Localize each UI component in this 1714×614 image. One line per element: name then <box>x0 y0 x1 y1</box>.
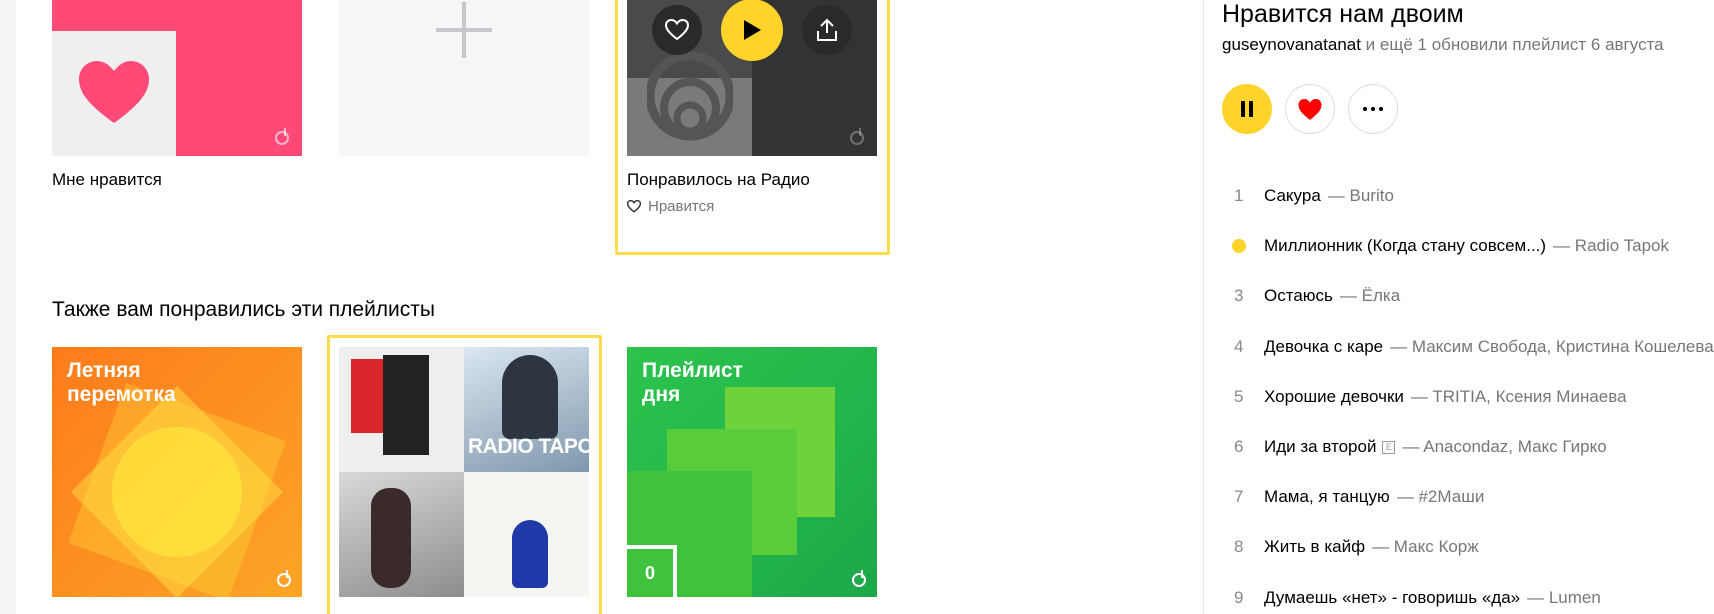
track-title[interactable]: Жить в кайф <box>1264 537 1365 557</box>
track-title[interactable]: Сакура <box>1264 186 1321 206</box>
more-button[interactable] <box>1348 84 1398 134</box>
summer-shape-3 <box>112 427 242 557</box>
daily-cover[interactable]: Плейлист дня 0 <box>627 347 877 597</box>
track-artist[interactable]: — Максим Свобода, Кристина Кошелева <box>1390 337 1714 357</box>
favorites-cover[interactable] <box>52 0 302 156</box>
play-button[interactable] <box>721 0 783 61</box>
track-artist[interactable]: — #2Маши <box>1397 487 1714 507</box>
plus-icon <box>436 2 492 58</box>
collage-tile-3 <box>339 472 464 597</box>
share-icon <box>817 18 837 41</box>
track-row[interactable]: 8 Жить в кайф — Макс Корж <box>1222 522 1714 572</box>
radio-title[interactable]: Понравилось на Радио <box>627 170 810 190</box>
track-artist[interactable]: — Burito <box>1328 186 1714 206</box>
music-note-icon <box>275 128 289 145</box>
track-row[interactable]: 7 Мама, я танцую — #2Маши <box>1222 472 1714 522</box>
track-number: 9 <box>1234 587 1244 607</box>
music-note-icon <box>852 570 866 587</box>
summer-cover-text: Летняя перемотка <box>67 359 176 406</box>
track-row[interactable]: Миллионник (Когда стану совсем...) — Radi… <box>1222 221 1714 271</box>
play-icon <box>744 20 761 40</box>
favorites-title[interactable]: Мне нравится <box>52 170 162 190</box>
track-title[interactable]: Остаюсь <box>1264 286 1333 306</box>
summer-cover[interactable]: Летняя перемотка <box>52 347 302 597</box>
collage-tile-2-figure <box>502 355 558 439</box>
left-strip <box>0 0 16 614</box>
shared-playlist-cover[interactable]: RADIO TAPOK <box>339 347 589 597</box>
music-note-icon <box>850 128 864 145</box>
track-title[interactable]: Думаешь «нет» - говоришь «да» <box>1264 588 1520 608</box>
radio-cover-rings <box>647 51 733 141</box>
like-button[interactable] <box>652 5 702 55</box>
pause-icon <box>1241 101 1253 117</box>
collage-tile-2: RADIO TAPOK <box>464 347 589 472</box>
heart-icon <box>79 61 149 123</box>
track-artist[interactable]: — Lumen <box>1527 588 1714 608</box>
track-row[interactable]: 4 Девочка с каре — Максим Свобода, Кристин… <box>1222 322 1714 372</box>
collage-tile-1-red <box>351 359 383 433</box>
explicit-badge: E <box>1382 440 1396 454</box>
panel-subtitle: guseynovanatanat и ещё 1 обновили плейли… <box>1222 35 1664 55</box>
panel-divider <box>1203 0 1204 614</box>
track-title[interactable]: Хорошие девочки <box>1264 387 1404 407</box>
track-number: 1 <box>1234 186 1244 205</box>
track-number: 3 <box>1234 286 1244 306</box>
track-title[interactable]: Миллионник (Когда стану совсем...) <box>1264 236 1546 256</box>
now-playing-indicator <box>1232 239 1246 254</box>
track-row[interactable]: 9 Думаешь «нет» - говоришь «да» — Lumen <box>1222 573 1714 614</box>
section-title: Также вам понравились эти плейлисты <box>52 298 436 321</box>
panel-title: Нравится нам двоим <box>1222 0 1464 28</box>
track-row[interactable]: 5 Хорошие девочки — TRITIA, Ксения Минаева <box>1222 372 1714 422</box>
track-title[interactable]: Девочка с каре <box>1264 337 1383 357</box>
collage-tile-1 <box>339 347 464 472</box>
track-row[interactable]: 6 Иди за второй E — Anacondaz, Макс Гирко <box>1222 422 1714 472</box>
radio-like-label: Нравится <box>648 198 715 215</box>
track-artist[interactable]: — Anacondaz, Макс Гирко <box>1402 437 1714 457</box>
collage-tile-3-figure <box>371 488 411 588</box>
pause-button[interactable] <box>1222 84 1272 134</box>
heart-icon <box>1298 98 1322 120</box>
daily-badge: 0 <box>627 545 677 597</box>
track-number: 6 <box>1234 437 1244 456</box>
track-row[interactable]: 1 Сакура — Burito <box>1222 171 1714 221</box>
track-artist[interactable]: — Макс Корж <box>1372 537 1714 557</box>
track-title[interactable]: Иди за второй <box>1264 437 1376 457</box>
track-artist[interactable]: — TRITIA, Ксения Минаева <box>1411 387 1714 407</box>
share-button[interactable] <box>802 5 852 55</box>
track-title[interactable]: Мама, я танцую <box>1264 487 1390 507</box>
panel-updated-text: и ещё 1 обновили плейлист 6 августа <box>1360 35 1664 54</box>
track-artist[interactable]: — Radio Tapok <box>1553 236 1714 256</box>
track-number: 7 <box>1234 487 1244 507</box>
track-number: 4 <box>1234 336 1244 356</box>
panel-owner-link[interactable]: guseynovanatanat <box>1222 35 1361 54</box>
heart-icon <box>627 200 641 213</box>
create-playlist-cover[interactable] <box>339 0 589 156</box>
panel-like-button[interactable] <box>1285 84 1335 134</box>
track-number: 5 <box>1234 386 1244 406</box>
radio-like-status: Нравится <box>627 198 714 215</box>
collage-tile-4-figure <box>512 520 548 588</box>
track-row[interactable]: 3 Остаюсь — Ёлка <box>1222 271 1714 321</box>
track-artist[interactable]: — Ёлка <box>1340 286 1714 306</box>
music-note-icon <box>277 570 291 587</box>
more-icon <box>1363 107 1383 111</box>
favorites-cover-square <box>52 31 176 156</box>
collage-tile-2-text: RADIO TAPOK <box>468 435 589 458</box>
collage-tile-1-figure <box>383 355 429 455</box>
collage-tile-4 <box>464 472 589 597</box>
daily-cover-text: Плейлист дня <box>642 359 743 406</box>
track-number: 8 <box>1234 537 1244 557</box>
heart-icon <box>665 19 689 41</box>
